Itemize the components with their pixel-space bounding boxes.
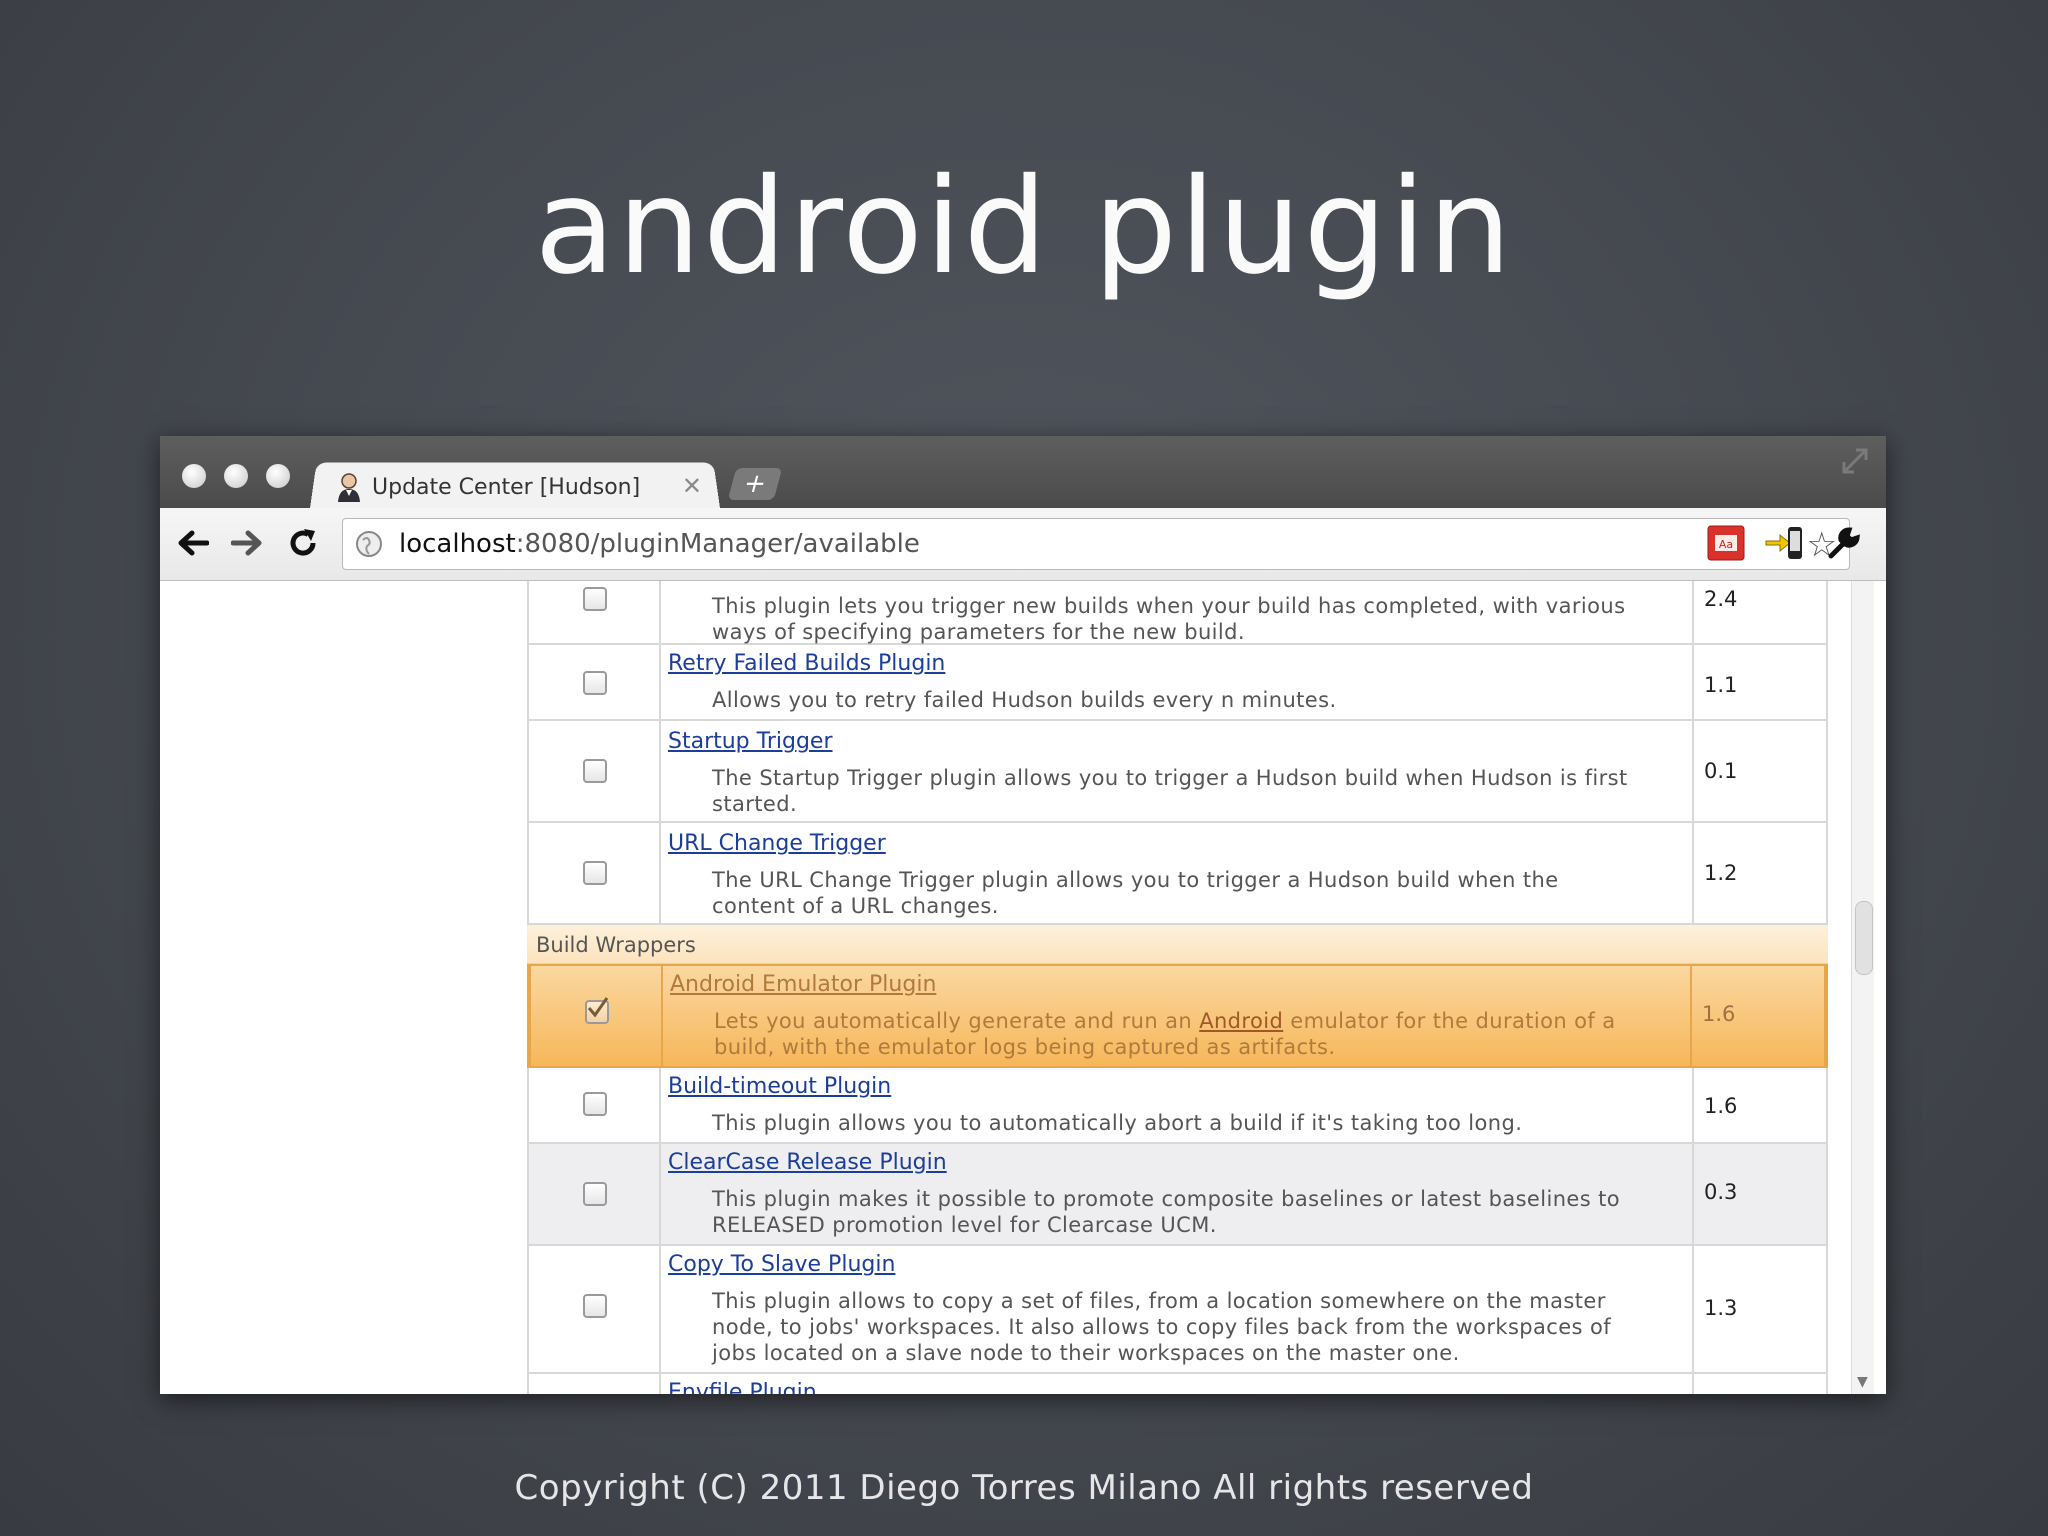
plugin-name-link[interactable]: Copy To Slave Plugin bbox=[668, 1252, 895, 1277]
fullscreen-icon[interactable] bbox=[1840, 446, 1870, 476]
plugin-checkbox[interactable] bbox=[583, 1092, 607, 1116]
table-row: Retry Failed Builds Plugin Allows you to… bbox=[527, 645, 1828, 721]
window-zoom-button[interactable] bbox=[266, 464, 290, 488]
page-content: This plugin lets you trigger new builds … bbox=[160, 581, 1886, 1394]
tab-bar: Update Center [Hudson] ✕ + bbox=[160, 436, 1886, 508]
plugin-checkbox-checked[interactable] bbox=[585, 997, 609, 1024]
plugin-version: 0.1 bbox=[1704, 759, 1738, 783]
plugin-version: 1.6 bbox=[1704, 1094, 1738, 1118]
address-bar[interactable]: localhost:8080/pluginManager/available ☆ bbox=[342, 518, 1850, 570]
plugin-checkbox[interactable] bbox=[583, 759, 607, 783]
table-row: ClearCase Release Plugin This plugin mak… bbox=[527, 1144, 1828, 1246]
plugin-name-link[interactable]: Android Emulator Plugin bbox=[670, 972, 936, 997]
plugin-checkbox[interactable] bbox=[583, 671, 607, 695]
plugin-checkbox[interactable] bbox=[583, 587, 607, 611]
phone-send-icon[interactable] bbox=[1764, 522, 1804, 564]
checkmark-icon bbox=[587, 997, 609, 1018]
scroll-down-arrow-icon[interactable]: ▼ bbox=[1857, 1374, 1868, 1390]
plugin-description: This plugin makes it possible to promote… bbox=[712, 1187, 1621, 1211]
table-row-selected: Android Emulator Plugin Lets you automat… bbox=[527, 964, 1828, 1068]
slide-title: android plugin bbox=[534, 150, 1514, 304]
wrench-icon[interactable] bbox=[1824, 522, 1864, 564]
plugin-description: build, with the emulator logs being capt… bbox=[714, 1035, 1336, 1059]
scrollbar-thumb[interactable] bbox=[1855, 901, 1873, 975]
forward-arrow-icon[interactable] bbox=[226, 522, 268, 564]
table-row: URL Change Trigger The URL Change Trigge… bbox=[527, 823, 1828, 925]
vertical-scrollbar[interactable]: ▼ bbox=[1851, 581, 1874, 1394]
svg-text:Aa: Aa bbox=[1719, 538, 1733, 551]
android-link[interactable]: Android bbox=[1199, 1009, 1283, 1033]
plugin-version: 0.3 bbox=[1704, 1180, 1738, 1204]
plugin-name-link[interactable]: Retry Failed Builds Plugin bbox=[668, 651, 945, 676]
plugin-description: node, to jobs' workspaces. It also allow… bbox=[712, 1315, 1612, 1339]
url-text[interactable]: localhost:8080/pluginManager/available bbox=[399, 529, 920, 559]
new-tab-button[interactable]: + bbox=[727, 468, 783, 500]
plugin-description: This plugin allows to copy a set of file… bbox=[712, 1289, 1606, 1313]
window-minimize-button[interactable] bbox=[224, 464, 248, 488]
tab-title: Update Center [Hudson] bbox=[372, 474, 641, 500]
table-row: Build-timeout Plugin This plugin allows … bbox=[527, 1068, 1828, 1144]
table-row: Envfile Plugin bbox=[527, 1374, 1828, 1394]
copyright-footer: Copyright (C) 2011 Diego Torres Milano A… bbox=[514, 1468, 1534, 1508]
hudson-butler-icon bbox=[334, 472, 364, 502]
table-row: This plugin lets you trigger new builds … bbox=[527, 581, 1828, 645]
table-row: Copy To Slave Plugin This plugin allows … bbox=[527, 1246, 1828, 1374]
plugin-version: 1.1 bbox=[1704, 673, 1738, 697]
section-header: Build Wrappers bbox=[527, 925, 1828, 964]
plugin-version: 1.3 bbox=[1704, 1296, 1738, 1320]
plugin-name-link[interactable]: ClearCase Release Plugin bbox=[668, 1150, 947, 1175]
plugin-description: content of a URL changes. bbox=[712, 894, 999, 918]
section-title: Build Wrappers bbox=[536, 933, 696, 957]
plugin-description: ways of specifying parameters for the ne… bbox=[712, 620, 1245, 644]
tab-close-icon[interactable]: ✕ bbox=[682, 472, 702, 500]
plugin-version: 1.2 bbox=[1704, 861, 1738, 885]
plugin-description: jobs located on a slave node to their wo… bbox=[712, 1341, 1460, 1365]
plugin-name-link[interactable]: Startup Trigger bbox=[668, 729, 833, 754]
plugin-version: 2.4 bbox=[1704, 587, 1738, 611]
plugin-description: The URL Change Trigger plugin allows you… bbox=[712, 868, 1559, 892]
plugin-table: This plugin lets you trigger new builds … bbox=[527, 581, 1828, 1394]
plugin-description: This plugin allows you to automatically … bbox=[712, 1111, 1523, 1135]
table-row: Startup Trigger The Startup Trigger plug… bbox=[527, 721, 1828, 823]
plugin-description: The Startup Trigger plugin allows you to… bbox=[712, 766, 1628, 790]
reload-icon[interactable] bbox=[282, 522, 324, 564]
plugin-name-link[interactable]: Envfile Plugin bbox=[668, 1380, 817, 1394]
plugin-checkbox[interactable] bbox=[583, 861, 607, 885]
plugin-description: Allows you to retry failed Hudson builds… bbox=[712, 688, 1337, 712]
plugin-name-link[interactable]: URL Change Trigger bbox=[668, 831, 886, 856]
window-close-button[interactable] bbox=[182, 464, 206, 488]
back-arrow-icon[interactable] bbox=[172, 522, 214, 564]
browser-window: Update Center [Hudson] ✕ + localhost:808… bbox=[160, 436, 1886, 1394]
browser-toolbar: localhost:8080/pluginManager/available ☆… bbox=[160, 508, 1886, 581]
plugin-checkbox[interactable] bbox=[583, 1182, 607, 1206]
plugin-description: This plugin lets you trigger new builds … bbox=[712, 594, 1626, 618]
acrobat-icon[interactable]: Aa bbox=[1706, 522, 1746, 564]
plugin-description: started. bbox=[712, 792, 798, 816]
globe-icon bbox=[356, 531, 382, 557]
plugin-description: Lets you automatically generate and run … bbox=[714, 1009, 1616, 1033]
plugin-version: 1.6 bbox=[1702, 1002, 1736, 1026]
plugin-description: RELEASED promotion level for Clearcase U… bbox=[712, 1213, 1217, 1237]
plugin-name-link[interactable]: Build-timeout Plugin bbox=[668, 1074, 891, 1099]
plugin-checkbox[interactable] bbox=[583, 1294, 607, 1318]
